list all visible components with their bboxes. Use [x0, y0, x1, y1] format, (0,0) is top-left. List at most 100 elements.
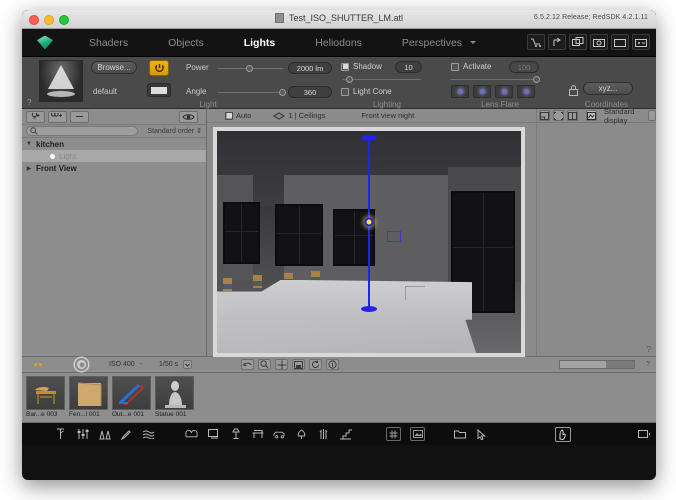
help-icon[interactable]: ?: [27, 98, 31, 107]
tree-node-kitchen[interactable]: ▼ kitchen: [22, 138, 206, 150]
angle-slider-track[interactable]: [218, 92, 283, 93]
auto-checkbox[interactable]: [225, 111, 233, 120]
pen-icon[interactable]: [120, 428, 133, 441]
window-icon[interactable]: [611, 34, 629, 50]
pan-icon[interactable]: [275, 359, 289, 370]
add-lights-group-icon[interactable]: [48, 110, 67, 123]
sofa-icon[interactable]: [185, 428, 198, 441]
light-cone-checkbox[interactable]: [341, 87, 349, 96]
fit-view-icon[interactable]: [539, 110, 550, 121]
panel-help-icon[interactable]: ?: [647, 345, 651, 354]
import-icon[interactable]: [548, 34, 566, 50]
car-icon[interactable]: [273, 428, 286, 441]
thumbnail-item[interactable]: Out...e 001: [112, 376, 151, 418]
remove-item-icon[interactable]: [70, 110, 89, 123]
disclosure-triangle-icon[interactable]: ▼: [22, 141, 36, 147]
sort-order-dropdown[interactable]: Standard order ⇕: [147, 127, 202, 136]
image-icon[interactable]: [410, 427, 425, 441]
tree-icon[interactable]: [295, 428, 308, 441]
lens-flare-activate-row[interactable]: Activate: [451, 62, 491, 71]
window-icon[interactable]: [637, 428, 650, 441]
light-cone-checkbox-row[interactable]: Light Cone: [341, 87, 392, 96]
light-preview-thumbnail[interactable]: [39, 60, 83, 102]
power-slider-knob[interactable]: [246, 65, 253, 72]
mirror-icon[interactable]: [98, 428, 111, 441]
light-color-swatch[interactable]: [147, 83, 171, 97]
shadow-slider-track[interactable]: [343, 79, 421, 80]
render-progress-bar: [559, 360, 636, 369]
tree-node-front-view[interactable]: ▶ Front View: [22, 162, 206, 174]
angle-value-field[interactable]: 360: [288, 86, 332, 98]
render-help-icon[interactable]: ?: [646, 361, 650, 368]
measure-icon[interactable]: [54, 428, 67, 441]
render-settings-icon[interactable]: [75, 358, 88, 371]
tree-node-light[interactable]: Light: [22, 150, 206, 162]
render-viewport[interactable]: [217, 131, 521, 353]
stairs-icon[interactable]: [339, 428, 352, 441]
light-gizmo-selection-box[interactable]: [387, 230, 402, 242]
thumbnail-item[interactable]: Statue 001: [155, 376, 194, 418]
visibility-eye-icon[interactable]: [179, 110, 198, 123]
grid-icon[interactable]: [386, 427, 401, 441]
lock-icon[interactable]: [569, 83, 578, 101]
angle-slider-knob[interactable]: [279, 89, 286, 96]
media-icon[interactable]: [632, 34, 650, 50]
tab-shaders[interactable]: Shaders: [69, 29, 148, 57]
lens-flare-preset-3[interactable]: [495, 85, 513, 98]
search-input[interactable]: [26, 126, 138, 136]
light-gizmo-top-handle[interactable]: [361, 135, 377, 142]
lens-flare-slider-knob[interactable]: [533, 76, 540, 83]
shadow-slider-knob[interactable]: [346, 76, 353, 83]
undo-icon[interactable]: [241, 359, 255, 370]
layer-selector[interactable]: 1 | Ceilings: [273, 111, 325, 120]
zoom-icon[interactable]: [258, 359, 272, 370]
cursor-icon[interactable]: [475, 428, 488, 441]
lens-flare-preset-1[interactable]: [451, 85, 469, 98]
duplicate-icon[interactable]: [569, 34, 587, 50]
lens-flare-preset-4[interactable]: [517, 85, 535, 98]
shadow-checkbox-row[interactable]: Shadow: [341, 62, 382, 71]
folder-icon[interactable]: [453, 428, 466, 441]
coordinates-button[interactable]: xyz...: [583, 82, 633, 95]
light-source-point[interactable]: [364, 217, 374, 227]
lamp-icon[interactable]: [229, 428, 242, 441]
disclosure-triangle-icon[interactable]: ▶: [22, 165, 36, 172]
tab-objects[interactable]: Objects: [148, 29, 224, 57]
camera-icon[interactable]: [590, 34, 608, 50]
cart-icon[interactable]: [527, 34, 545, 50]
add-light-icon[interactable]: [26, 110, 45, 123]
wave-icon[interactable]: [142, 428, 155, 441]
zoom-extents-icon[interactable]: [553, 110, 564, 121]
thumbnail-item[interactable]: Fen...l 001: [69, 376, 108, 418]
lens-flare-intensity-field[interactable]: 100: [509, 61, 539, 73]
lens-flare-slider-track[interactable]: [451, 79, 539, 80]
tab-lights[interactable]: Lights: [224, 29, 296, 57]
tab-heliodons[interactable]: Heliodons: [295, 29, 382, 57]
activate-checkbox[interactable]: [451, 62, 459, 71]
lens-flare-preset-2[interactable]: [473, 85, 491, 98]
chevron-down-icon[interactable]: [470, 41, 477, 44]
light-gizmo-bottom-handle[interactable]: [361, 306, 377, 313]
tab-perspectives[interactable]: Perspectives: [382, 29, 482, 57]
refresh-icon[interactable]: [309, 359, 323, 370]
light-power-toggle[interactable]: [149, 60, 169, 76]
shutter-dropdown-icon[interactable]: [183, 360, 193, 369]
iso-label[interactable]: ISO 400: [109, 361, 135, 368]
info-icon[interactable]: [326, 359, 340, 370]
auto-checkbox-row[interactable]: Auto: [225, 111, 251, 120]
frame-view-icon[interactable]: [567, 110, 578, 121]
settings-sliders-icon[interactable]: [76, 428, 89, 441]
thumbnail-item[interactable]: Bar...e 003: [26, 376, 65, 418]
shadow-checkbox[interactable]: [341, 62, 349, 71]
shadow-value-field[interactable]: 10: [395, 61, 422, 73]
table-icon[interactable]: [251, 428, 264, 441]
plant-icon[interactable]: [317, 428, 330, 441]
display-mode-icon[interactable]: [586, 110, 597, 121]
hand-icon[interactable]: [554, 426, 571, 442]
power-value-field[interactable]: 2000 lm: [288, 62, 332, 74]
browse-button[interactable]: Browse...: [91, 61, 137, 74]
save-image-icon[interactable]: [292, 359, 306, 370]
shutter-label[interactable]: 1/50 s: [159, 361, 178, 368]
screen-icon[interactable]: [207, 428, 220, 441]
display-options-dropdown[interactable]: [648, 110, 656, 121]
